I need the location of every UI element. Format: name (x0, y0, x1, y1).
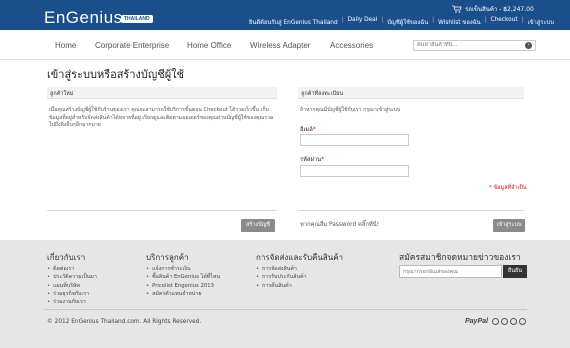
page-title: เข้าสู่ระบบหรือสร้างบัญชีผู้ใช้ (47, 68, 184, 81)
main-nav: Home Corporate Enterprise Home Office Wi… (0, 30, 570, 60)
footer-about-list: ติดต่อเรา ประวัติความเป็นมา แผนที่บริษัท… (47, 265, 97, 306)
nav-home-office[interactable]: Home Office (187, 41, 231, 50)
left-divider (47, 210, 277, 211)
search-box: › (413, 40, 536, 51)
cart-summary[interactable]: รถเข็นสินค้า - ฿2,247.00 (452, 4, 534, 14)
registered-description: ถ้าหากคุณมีบัญชีผู้ใช้กับเรา กรุณาเข้าสู… (300, 107, 401, 113)
password-field[interactable] (300, 165, 409, 177)
footer-link-map[interactable]: แผนที่บริษัท (47, 282, 97, 290)
footer-divider (44, 309, 527, 310)
nav-accessories[interactable]: Accessories (330, 41, 373, 50)
paypal-logo: PayPal (465, 318, 488, 325)
forgot-password-link[interactable]: หากคุณลืม Password คลิ๊กที่นี่! (300, 219, 379, 229)
footer-shipping-title: การจัดส่งและรับคืนสินค้า (256, 253, 344, 262)
email-field[interactable] (300, 134, 409, 146)
login-button[interactable]: เข้าสู่ระบบ (493, 219, 525, 232)
payment-icons (492, 318, 526, 325)
footer-link-careers[interactable]: ร่วมงานกับเรา (47, 298, 97, 306)
password-label: รหัสผ่าน* (300, 157, 324, 163)
footer-link-history[interactable]: ประวัติความเป็นมา (47, 273, 97, 281)
newsletter-submit-button[interactable]: ยืนยัน (503, 265, 527, 278)
top-links: ยินดีต้อนรับสู่ EnGenius Thailand | Daily… (246, 17, 557, 27)
top-header: EnGenius THAILAND รถเข็นสินค้า - ฿2,247.… (0, 0, 570, 30)
cart-icon (452, 5, 462, 13)
right-divider (298, 210, 524, 211)
newsletter-box (399, 265, 502, 278)
welcome-text: ยินดีต้อนรับสู่ EnGenius Thailand (249, 20, 338, 26)
footer-link-contact[interactable]: ติดต่อเรา (47, 265, 97, 273)
footer-link-pricelist[interactable]: Pricelist Engenius 2013 (146, 282, 220, 290)
newsletter-email-input[interactable] (403, 269, 499, 275)
footer-link-returns[interactable]: การคืนสินค้า (256, 282, 307, 290)
footer-service-list: แจ้งการชำระเงิน ซื้อสินค้า EnGenius ได้ท… (146, 265, 220, 298)
my-account-link[interactable]: บัญชีผู้ใช้ของฉัน (384, 17, 431, 27)
footer-link-payment[interactable]: แจ้งการชำระเงิน (146, 265, 220, 273)
payment-card-icon (501, 318, 508, 325)
search-icon[interactable]: › (525, 42, 532, 49)
footer-service-title: บริการลูกค้า (146, 253, 189, 262)
footer-link-where-to-buy[interactable]: ซื้อสินค้า EnGenius ได้ที่ไหน (146, 273, 220, 281)
newsletter-title: สมัครสมาชิกจดหมายข่าวของเรา (399, 252, 521, 262)
checkout-link[interactable]: Checkout (488, 17, 521, 27)
nav-home[interactable]: Home (55, 41, 76, 50)
search-input[interactable] (417, 42, 517, 48)
wishlist-link[interactable]: Wishlist ของฉัน (435, 17, 483, 27)
nav-wireless-adapter[interactable]: Wireless Adapter (250, 41, 310, 50)
new-customer-heading: ลูกค้าใหม่ (47, 87, 277, 99)
copyright-text: © 2012 EnGenius Thailand.com. All Rights… (47, 319, 202, 325)
footer-link-shipping[interactable]: การจัดส่งสินค้า (256, 265, 307, 273)
footer-about-title: เกี่ยวกับเรา (47, 253, 86, 262)
login-link[interactable]: เข้าสู่ระบบ (525, 17, 557, 27)
cart-text: รถเข็นสินค้า - ฿2,247.00 (465, 6, 534, 13)
payment-card-icon (510, 318, 517, 325)
logo-badge: THAILAND (121, 15, 153, 23)
required-note: * ข้อมูลที่จำเป็น (489, 185, 527, 191)
engenius-logo[interactable]: EnGenius (44, 8, 123, 28)
create-account-button[interactable]: สร้างบัญชี (241, 219, 275, 232)
email-label: อีเมล์* (300, 127, 316, 133)
daily-deal-link[interactable]: Daily Deal (345, 17, 381, 27)
payment-card-icon (492, 318, 499, 325)
nav-corporate-enterprise[interactable]: Corporate Enterprise (95, 41, 169, 50)
footer-link-partner[interactable]: ร่วมธุรกิจกับเรา (47, 290, 97, 298)
payment-card-icon (519, 318, 526, 325)
registered-customer-heading: ลูกค้าที่ลงทะเบียน (298, 87, 524, 99)
new-customer-description: เมื่อคุณสร้างบัญชีผู้ใช้กับร้านของเรา คุ… (49, 107, 274, 128)
footer-shipping-list: การจัดส่งสินค้า การรับประกันสินค้า การคื… (256, 265, 307, 290)
footer-link-dealer[interactable]: สมัครตัวแทนจำหน่าย (146, 290, 220, 298)
footer-link-warranty[interactable]: การรับประกันสินค้า (256, 273, 307, 281)
